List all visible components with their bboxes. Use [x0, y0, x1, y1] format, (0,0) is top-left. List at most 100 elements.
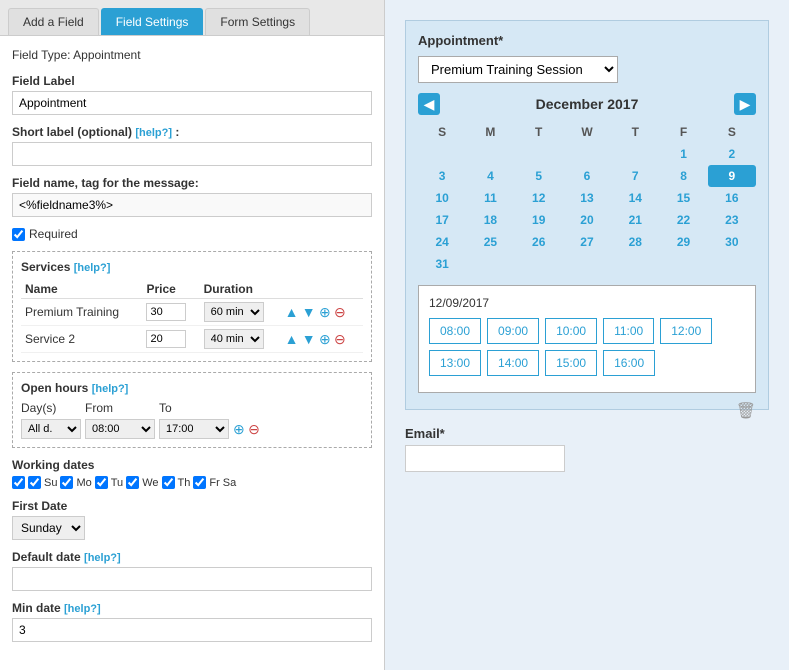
cal-next-btn[interactable]: ▶ — [734, 93, 756, 115]
delete-icon[interactable]: 🗑 — [736, 401, 756, 421]
field-name-input[interactable] — [12, 193, 372, 217]
cal-header-m: M — [466, 121, 514, 143]
service-up-1[interactable]: ▲ — [285, 304, 299, 320]
service-up-2[interactable]: ▲ — [285, 331, 299, 347]
timeslot-1200[interactable]: 12:00 — [660, 318, 712, 344]
oh-remove-btn[interactable]: ⊖ — [248, 421, 260, 437]
email-input[interactable] — [405, 445, 565, 472]
service-duration-select-2[interactable]: 40 min 30 min 60 min — [204, 329, 264, 349]
cal-header-w: W — [563, 121, 611, 143]
min-date-input[interactable] — [12, 618, 372, 642]
timeslot-1500[interactable]: 15:00 — [545, 350, 597, 376]
wd-fr-checkbox[interactable] — [193, 476, 206, 489]
cal-day-25[interactable]: 25 — [466, 231, 514, 253]
cal-day-7[interactable]: 7 — [611, 165, 659, 187]
timeslot-1400[interactable]: 14:00 — [487, 350, 539, 376]
cal-day-24[interactable]: 24 — [418, 231, 466, 253]
field-label-input[interactable] — [12, 91, 372, 115]
wd-th-checkbox[interactable] — [162, 476, 175, 489]
service-duration-select-1[interactable]: 60 min 30 min 45 min — [204, 302, 264, 322]
services-help[interactable]: [help?] — [74, 262, 111, 274]
wd-we-checkbox[interactable] — [126, 476, 139, 489]
cal-day-21[interactable]: 21 — [611, 209, 659, 231]
cal-day-17[interactable]: 17 — [418, 209, 466, 231]
oh-add-btn[interactable]: ⊕ — [233, 421, 245, 437]
first-date-select[interactable]: Sunday Monday — [12, 516, 85, 540]
cal-header-t1: T — [515, 121, 563, 143]
cal-day-1[interactable]: 1 — [659, 143, 707, 165]
cal-day-23[interactable]: 23 — [708, 209, 756, 231]
service-remove-1[interactable]: ⊖ — [334, 304, 346, 320]
open-hours-help[interactable]: [help?] — [92, 383, 129, 395]
default-date-input[interactable] — [12, 567, 372, 591]
cal-day-16[interactable]: 16 — [708, 187, 756, 209]
timeslots-row1: 08:00 09:00 10:00 11:00 12:00 — [429, 318, 745, 344]
cal-day-29[interactable]: 29 — [659, 231, 707, 253]
cal-day-19[interactable]: 19 — [515, 209, 563, 231]
calendar-table: S M T W T F S 12345678910111213141516171… — [418, 121, 756, 275]
cal-day-26[interactable]: 26 — [515, 231, 563, 253]
tab-field-settings[interactable]: Field Settings — [101, 8, 204, 35]
timeslot-1000[interactable]: 10:00 — [545, 318, 597, 344]
cal-day-27[interactable]: 27 — [563, 231, 611, 253]
oh-day-select[interactable]: All d.MonTue — [21, 419, 81, 439]
service-dropdown[interactable]: Premium Training Session Service 2 — [418, 56, 618, 83]
wd-mo-label: Mo — [76, 477, 91, 489]
cal-day-20[interactable]: 20 — [563, 209, 611, 231]
field-type-label: Field Type: Appointment — [12, 48, 372, 62]
cal-day-18[interactable]: 18 — [466, 209, 514, 231]
cal-month-year: December 2017 — [536, 96, 639, 112]
service-name-2: Service 2 — [21, 326, 142, 353]
service-down-1[interactable]: ▼ — [302, 304, 316, 320]
wd-mo-checkbox[interactable] — [60, 476, 73, 489]
cal-day-31[interactable]: 31 — [418, 253, 466, 275]
required-label: Required — [29, 227, 78, 241]
required-checkbox[interactable] — [12, 228, 25, 241]
wd-fr-label: Fr — [209, 477, 219, 489]
cal-day-2[interactable]: 2 — [708, 143, 756, 165]
service-add-1[interactable]: ⊕ — [319, 304, 331, 320]
cal-day-3[interactable]: 3 — [418, 165, 466, 187]
left-panel: Add a Field Field Settings Form Settings… — [0, 0, 385, 670]
cal-prev-btn[interactable]: ◀ — [418, 93, 440, 115]
timeslot-0900[interactable]: 09:00 — [487, 318, 539, 344]
cal-day-14[interactable]: 14 — [611, 187, 659, 209]
col-from: From — [85, 401, 155, 415]
cal-day-11[interactable]: 11 — [466, 187, 514, 209]
service-price-2[interactable] — [146, 330, 186, 348]
service-price-1[interactable] — [146, 303, 186, 321]
cal-day-4[interactable]: 4 — [466, 165, 514, 187]
default-date-help[interactable]: [help?] — [84, 552, 121, 564]
timeslot-1600[interactable]: 16:00 — [603, 350, 655, 376]
col-duration: Duration — [200, 280, 281, 299]
cal-day-22[interactable]: 22 — [659, 209, 707, 231]
service-down-2[interactable]: ▼ — [302, 331, 316, 347]
oh-from-select[interactable]: 08:0009:0010:00 — [85, 419, 155, 439]
tab-add-field[interactable]: Add a Field — [8, 8, 99, 35]
wd-su-checkbox[interactable] — [28, 476, 41, 489]
cal-day-30[interactable]: 30 — [708, 231, 756, 253]
oh-to-select[interactable]: 17:0018:0016:00 — [159, 419, 229, 439]
cal-day-28[interactable]: 28 — [611, 231, 659, 253]
cal-day-8[interactable]: 8 — [659, 165, 707, 187]
cal-day-10[interactable]: 10 — [418, 187, 466, 209]
timeslot-0800[interactable]: 08:00 — [429, 318, 481, 344]
cal-day-15[interactable]: 15 — [659, 187, 707, 209]
short-label-input[interactable] — [12, 142, 372, 166]
wd-all-checkbox[interactable] — [12, 476, 25, 489]
cal-day-5[interactable]: 5 — [515, 165, 563, 187]
timeslot-1300[interactable]: 13:00 — [429, 350, 481, 376]
cal-day-6[interactable]: 6 — [563, 165, 611, 187]
min-date-help[interactable]: [help?] — [64, 603, 101, 615]
short-label-help[interactable]: [help?] — [135, 127, 172, 139]
wd-tu-checkbox[interactable] — [95, 476, 108, 489]
cal-day-13[interactable]: 13 — [563, 187, 611, 209]
cal-day-12[interactable]: 12 — [515, 187, 563, 209]
tab-form-settings[interactable]: Form Settings — [205, 8, 310, 35]
open-hours-title: Open hours [help?] — [21, 381, 363, 395]
service-add-2[interactable]: ⊕ — [319, 331, 331, 347]
service-remove-2[interactable]: ⊖ — [334, 331, 346, 347]
timeslot-1100[interactable]: 11:00 — [603, 318, 654, 344]
cal-day-selected[interactable]: 9 — [708, 165, 756, 187]
service-row-1: Premium Training 60 min 30 min 45 min — [21, 299, 363, 326]
